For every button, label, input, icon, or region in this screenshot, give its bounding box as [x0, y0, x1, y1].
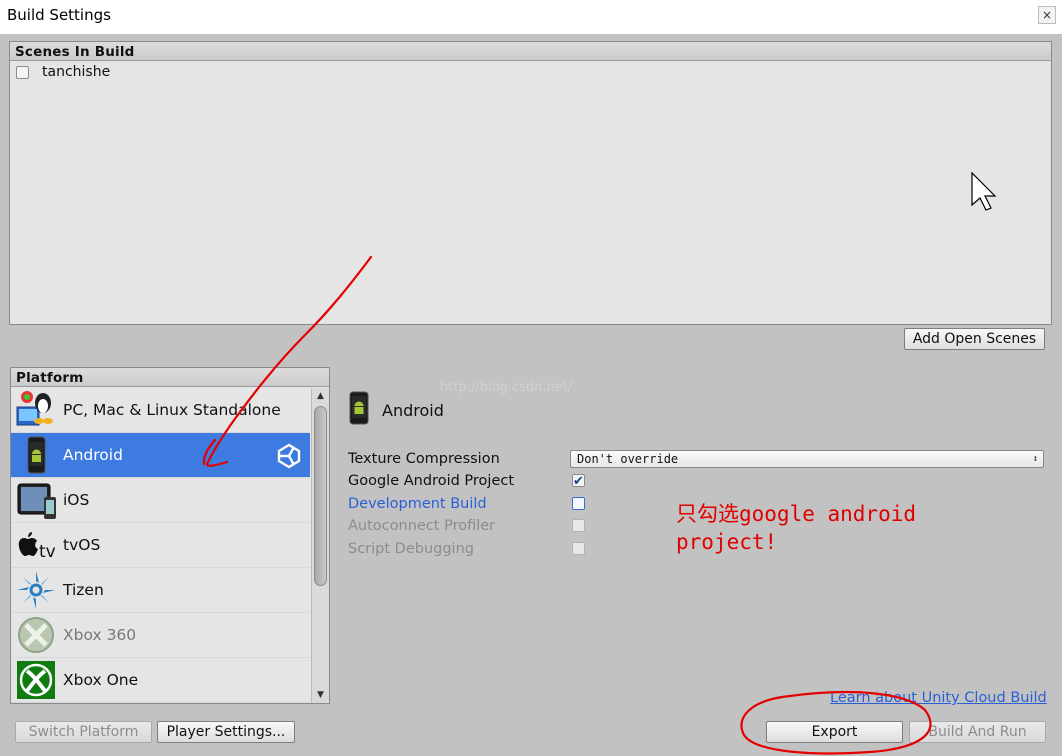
- dropdown-arrow-icon: ↕: [1032, 454, 1038, 464]
- development-build-label: Development Build: [348, 496, 487, 512]
- unity-cloud-build-link[interactable]: Learn about Unity Cloud Build: [830, 690, 1047, 706]
- platform-label: Xbox 360: [63, 626, 137, 644]
- xbox360-icon: [14, 614, 58, 656]
- platform-item-ios[interactable]: iOS: [11, 478, 310, 523]
- development-build-checkbox[interactable]: [572, 497, 585, 510]
- unity-logo-icon: [276, 443, 302, 473]
- platform-item-tvos[interactable]: tv tvOS: [11, 523, 310, 568]
- window-title: Build Settings: [7, 6, 111, 24]
- export-button[interactable]: Export: [766, 721, 903, 743]
- apple-tv-icon: tv: [14, 524, 58, 566]
- switch-platform-button[interactable]: Switch Platform: [15, 721, 152, 743]
- title-bar: Build Settings ×: [0, 0, 1062, 34]
- pc-mac-linux-icon: [14, 389, 58, 431]
- platform-panel: Platform PC, Mac & Linux Standalone Andr…: [10, 367, 330, 704]
- player-settings-button[interactable]: Player Settings...: [157, 721, 295, 743]
- close-button[interactable]: ×: [1038, 6, 1056, 24]
- android-icon: [14, 434, 58, 476]
- scene-row[interactable]: tanchishe: [10, 61, 1051, 83]
- scene-checkbox[interactable]: [16, 65, 29, 79]
- selected-platform-heading: Android: [348, 390, 444, 430]
- script-debugging-label: Script Debugging: [348, 541, 474, 557]
- platform-label: iOS: [63, 491, 90, 509]
- platform-label: Xbox One: [63, 671, 139, 689]
- script-debugging-checkbox[interactable]: [572, 542, 585, 555]
- scrollbar-thumb[interactable]: [314, 406, 327, 586]
- annotation-line-1: 只勾选google android: [676, 502, 917, 526]
- tizen-icon: [14, 569, 58, 611]
- platform-label: Android: [63, 446, 123, 464]
- texture-compression-dropdown[interactable]: Don't override ↕: [570, 450, 1044, 468]
- add-open-scenes-button[interactable]: Add Open Scenes: [904, 328, 1045, 350]
- scroll-down-icon[interactable]: ▼: [312, 687, 329, 703]
- scene-name: tanchishe: [42, 64, 111, 80]
- svg-text:tv: tv: [39, 542, 56, 562]
- platform-item-android[interactable]: Android: [11, 433, 310, 478]
- platform-item-tizen[interactable]: Tizen: [11, 568, 310, 613]
- build-and-run-button[interactable]: Build And Run: [909, 721, 1046, 743]
- texture-compression-row: Texture Compression Don't override ↕: [348, 448, 1048, 470]
- platform-item-standalone[interactable]: PC, Mac & Linux Standalone: [11, 388, 310, 433]
- google-android-project-row: Google Android Project: [348, 470, 1048, 493]
- texture-compression-label: Texture Compression: [348, 451, 500, 467]
- annotation-line-2: project!: [676, 530, 778, 554]
- platform-label: PC, Mac & Linux Standalone: [63, 401, 281, 419]
- scenes-in-build-panel: Scenes In Build tanchishe: [9, 41, 1052, 325]
- platform-item-xbox360[interactable]: Xbox 360: [11, 613, 310, 658]
- xbox-one-icon: [14, 659, 58, 701]
- platform-label: Tizen: [63, 581, 104, 599]
- autoconnect-profiler-checkbox[interactable]: [572, 519, 585, 532]
- watermark: http://blog.csdn.net/: [440, 380, 573, 395]
- ipad-icon: [14, 479, 58, 521]
- google-android-project-checkbox[interactable]: [572, 471, 585, 493]
- scroll-up-icon[interactable]: ▲: [312, 388, 329, 404]
- scenes-header: Scenes In Build: [10, 42, 1051, 61]
- platform-label: tvOS: [63, 536, 101, 554]
- texture-compression-value: Don't override: [577, 452, 679, 466]
- platform-scrollbar[interactable]: ▲ ▼: [311, 388, 329, 703]
- android-icon: [348, 391, 370, 429]
- autoconnect-profiler-label: Autoconnect Profiler: [348, 518, 496, 534]
- platform-header: Platform: [11, 368, 329, 387]
- selected-platform-title: Android: [382, 400, 444, 420]
- platform-list: PC, Mac & Linux Standalone Android iOS t…: [11, 388, 310, 703]
- annotation-note: 只勾选google android project!: [676, 500, 976, 556]
- platform-item-xbox-one[interactable]: Xbox One: [11, 658, 310, 703]
- google-android-project-label: Google Android Project: [348, 473, 515, 489]
